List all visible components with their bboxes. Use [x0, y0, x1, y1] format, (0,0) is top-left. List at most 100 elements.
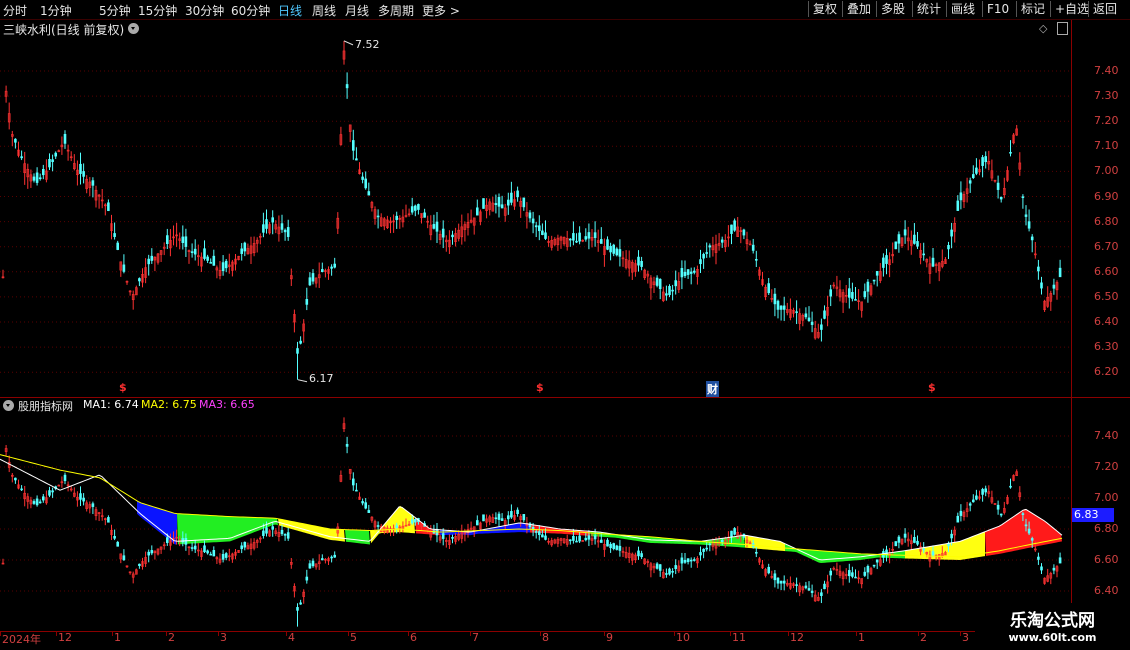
- period-tab-5min[interactable]: 5分钟: [99, 2, 131, 19]
- indicator-tick: 6.40: [1094, 584, 1119, 597]
- candle-body: [708, 543, 712, 546]
- price-tick: 6.70: [1094, 239, 1119, 253]
- candle-body: [773, 293, 777, 305]
- candle-body: [637, 550, 640, 557]
- candle-body: [482, 514, 485, 522]
- candle-body: [206, 550, 209, 554]
- candle-body: [897, 234, 901, 244]
- candle-body: [820, 592, 823, 596]
- date-tick: 1: [114, 631, 121, 644]
- candle-body: [364, 178, 368, 189]
- date-tick-mark: [918, 631, 919, 636]
- period-tab-daily[interactable]: 日线: [278, 2, 302, 19]
- candle-body: [1037, 556, 1040, 560]
- candle-body: [606, 239, 609, 250]
- candle-body: [996, 182, 1000, 190]
- candle-body: [51, 490, 54, 493]
- candle-body: [807, 317, 811, 322]
- date-tick-mark: [408, 631, 409, 636]
- candlestick-chart: [0, 40, 1071, 383]
- watermark-url: www.60lt.com: [1008, 631, 1097, 644]
- high-price-label: 7.52: [355, 38, 380, 51]
- candle-body: [1058, 557, 1062, 564]
- candle-body: [782, 580, 786, 584]
- candle-body: [35, 172, 39, 183]
- candle-body: [206, 256, 209, 261]
- candle-body: [299, 602, 302, 605]
- statistics-button[interactable]: 统计: [912, 1, 945, 17]
- candle-body: [522, 197, 526, 208]
- period-tab-15min[interactable]: 15分钟: [138, 2, 177, 19]
- candle-body: [1027, 528, 1031, 534]
- candle-body: [820, 324, 823, 330]
- candle-body: [584, 236, 588, 240]
- indicator-tick: 6.60: [1094, 553, 1119, 566]
- candle-body: [599, 539, 603, 543]
- overlay-button[interactable]: 叠加: [842, 1, 875, 17]
- candle-body: [829, 289, 833, 297]
- candle-body: [1024, 524, 1028, 527]
- date-tick-mark: [470, 631, 471, 636]
- candle-body: [516, 509, 519, 515]
- price-tick: 6.50: [1094, 289, 1119, 303]
- watermark: 乐淘公式网 www.60lt.com: [975, 603, 1130, 650]
- period-tab-60min[interactable]: 60分钟: [231, 2, 270, 19]
- period-tab-30min[interactable]: 30分钟: [185, 2, 224, 19]
- candle-body: [572, 535, 575, 541]
- candle-body: [705, 252, 709, 254]
- candle-body: [271, 217, 275, 223]
- candle-body: [190, 547, 194, 549]
- candle-body: [20, 156, 23, 159]
- candle-body: [451, 536, 454, 539]
- f10-button[interactable]: F10: [982, 1, 1013, 17]
- finance-report-marker[interactable]: 财: [706, 381, 719, 397]
- candle-body: [671, 289, 674, 292]
- add-watchlist-button[interactable]: +自选: [1050, 1, 1093, 17]
- candle-body: [311, 560, 315, 567]
- date-tick: 10: [676, 631, 690, 644]
- candle-body: [767, 566, 771, 574]
- date-tick-mark: [218, 631, 219, 636]
- candle-body: [897, 536, 901, 543]
- period-tab-more[interactable]: 更多 >: [422, 2, 460, 19]
- candle-body: [534, 225, 538, 228]
- period-tab-multi[interactable]: 多周期: [378, 2, 414, 19]
- candle-body: [534, 531, 538, 533]
- candle-body: [956, 515, 960, 523]
- mark-button[interactable]: 标记: [1016, 1, 1049, 17]
- back-button[interactable]: 返回: [1088, 1, 1121, 17]
- draw-line-button[interactable]: 画线: [946, 1, 979, 17]
- candle-body: [872, 279, 876, 282]
- event-marker[interactable]: $: [928, 381, 936, 394]
- multi-stock-button[interactable]: 多股: [876, 1, 909, 17]
- event-marker[interactable]: $: [119, 381, 127, 394]
- price-tick: 6.80: [1094, 214, 1119, 228]
- candle-body: [107, 517, 110, 523]
- candle-body: [975, 167, 978, 174]
- period-tab-1min[interactable]: 1分钟: [40, 2, 72, 19]
- candle-body: [361, 176, 364, 180]
- period-tab-monthly[interactable]: 月线: [345, 2, 369, 19]
- candle-body: [116, 242, 119, 250]
- candle-body: [730, 530, 733, 537]
- candle-body: [305, 299, 309, 305]
- candle-body: [51, 159, 54, 163]
- restore-rights-button[interactable]: 复权: [808, 1, 841, 17]
- candle-body: [984, 488, 988, 493]
- period-tab-weekly[interactable]: 周线: [312, 2, 336, 19]
- candle-body: [968, 503, 972, 506]
- candle-body: [271, 526, 275, 530]
- candle-body: [528, 212, 532, 219]
- candle-body: [754, 551, 758, 554]
- candle-body: [417, 204, 420, 210]
- indicator-tick: 7.20: [1094, 460, 1119, 473]
- candle-body: [810, 590, 814, 593]
- period-tab-timeshare[interactable]: 分时: [3, 2, 27, 19]
- event-marker[interactable]: $: [536, 381, 544, 394]
- candle-body: [863, 571, 867, 576]
- candle-body: [224, 553, 228, 558]
- candle-body: [345, 444, 349, 447]
- candle-body: [733, 528, 736, 535]
- date-tick-mark: [0, 631, 1, 636]
- candle-body: [615, 545, 619, 550]
